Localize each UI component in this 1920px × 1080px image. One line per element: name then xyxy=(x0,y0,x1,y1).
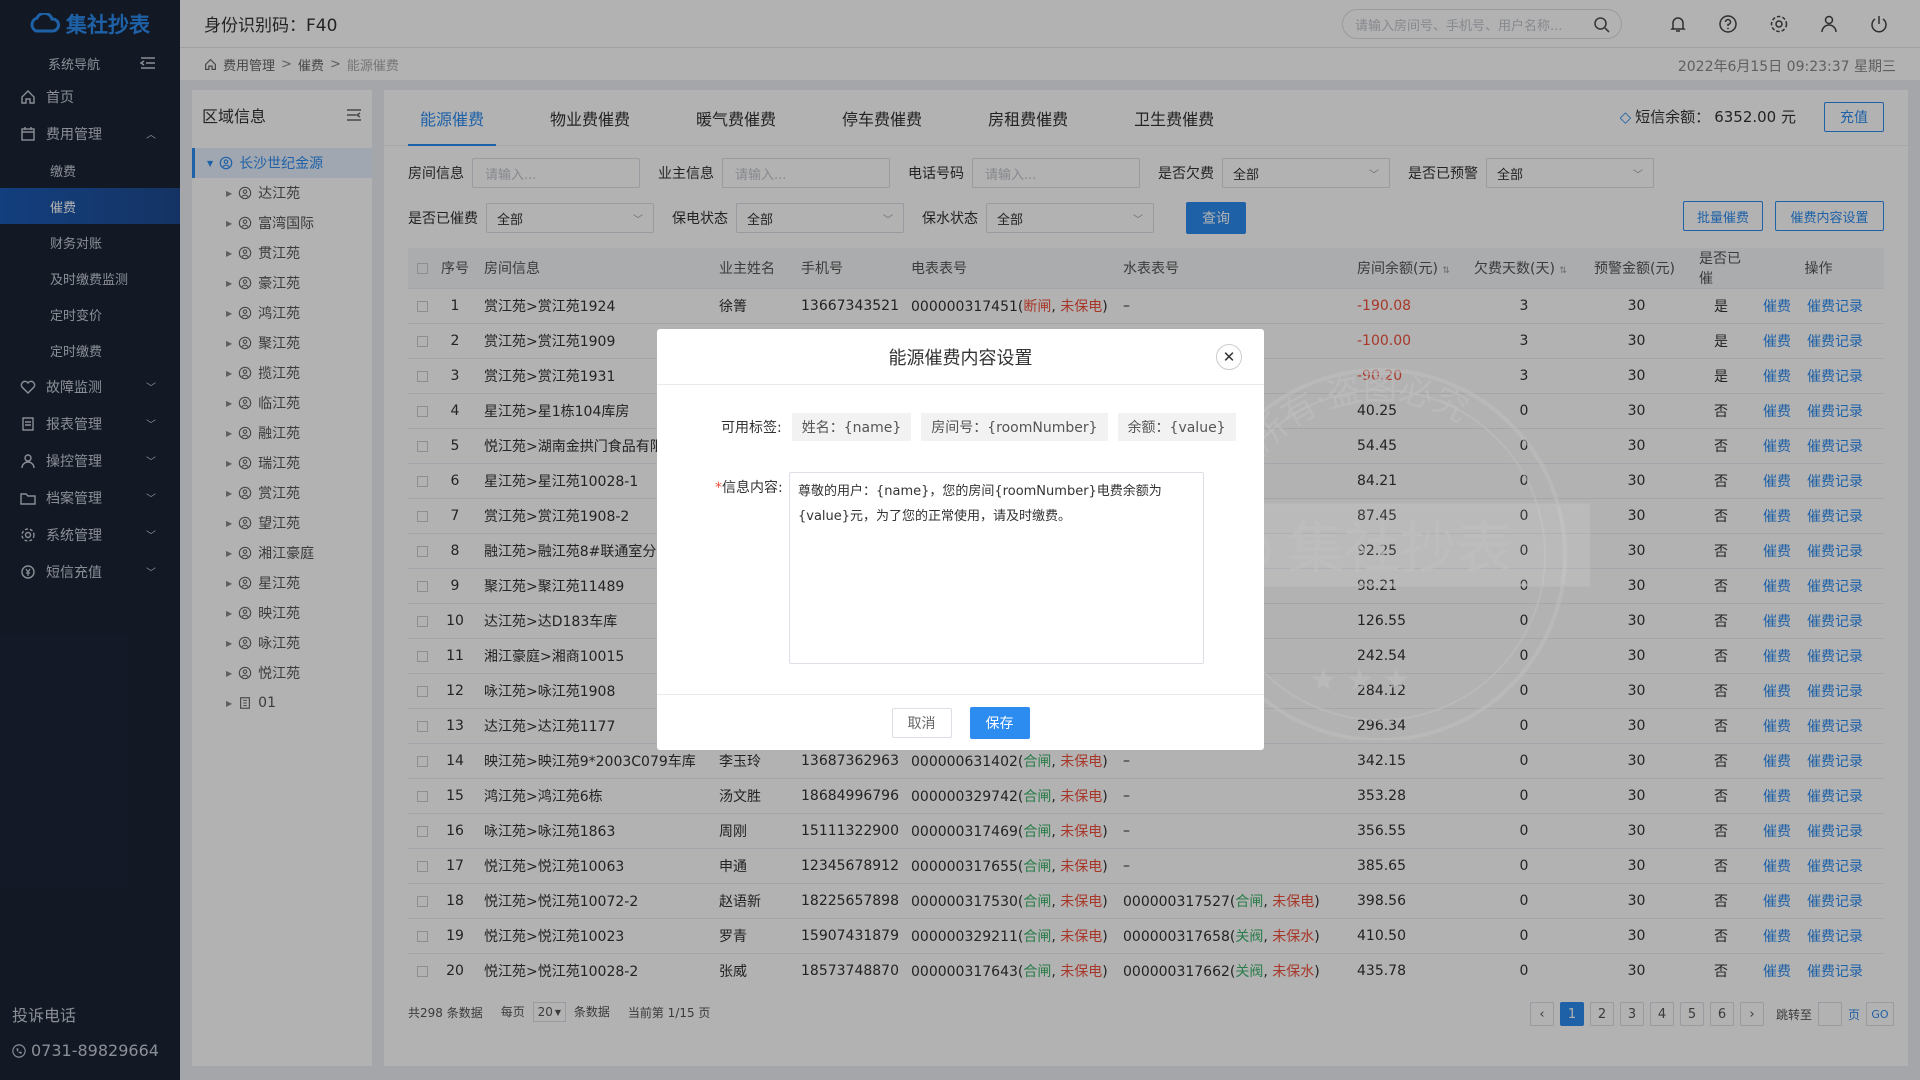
tags-label: 可用标签: xyxy=(721,420,782,436)
modal-title: 能源催费内容设置 xyxy=(888,347,1033,369)
message-label: *信息内容: xyxy=(715,477,783,497)
tag-room-number[interactable]: 房间号：{roomNumber} xyxy=(921,413,1108,441)
message-textarea[interactable]: 尊敬的用户：{name}，您的房间{roomNumber}电费余额为{value… xyxy=(789,472,1204,664)
modal-footer: 取消 保存 xyxy=(657,694,1264,750)
tag-name[interactable]: 姓名：{name} xyxy=(791,413,912,441)
required-mark: * xyxy=(715,480,722,496)
tag-value[interactable]: 余额：{value} xyxy=(1117,413,1236,441)
close-button[interactable]: ✕ xyxy=(1216,344,1242,370)
available-tags: 可用标签: 姓名：{name} 房间号：{roomNumber} 余额：{val… xyxy=(721,413,1236,441)
cancel-button[interactable]: 取消 xyxy=(891,707,952,738)
message-label-text: 信息内容: xyxy=(722,480,783,496)
save-button[interactable]: 保存 xyxy=(969,706,1030,739)
modal-header: 能源催费内容设置 ✕ xyxy=(657,329,1264,385)
urge-content-modal: 能源催费内容设置 ✕ 可用标签: 姓名：{name} 房间号：{roomNumb… xyxy=(657,329,1264,750)
close-icon: ✕ xyxy=(1222,348,1236,366)
